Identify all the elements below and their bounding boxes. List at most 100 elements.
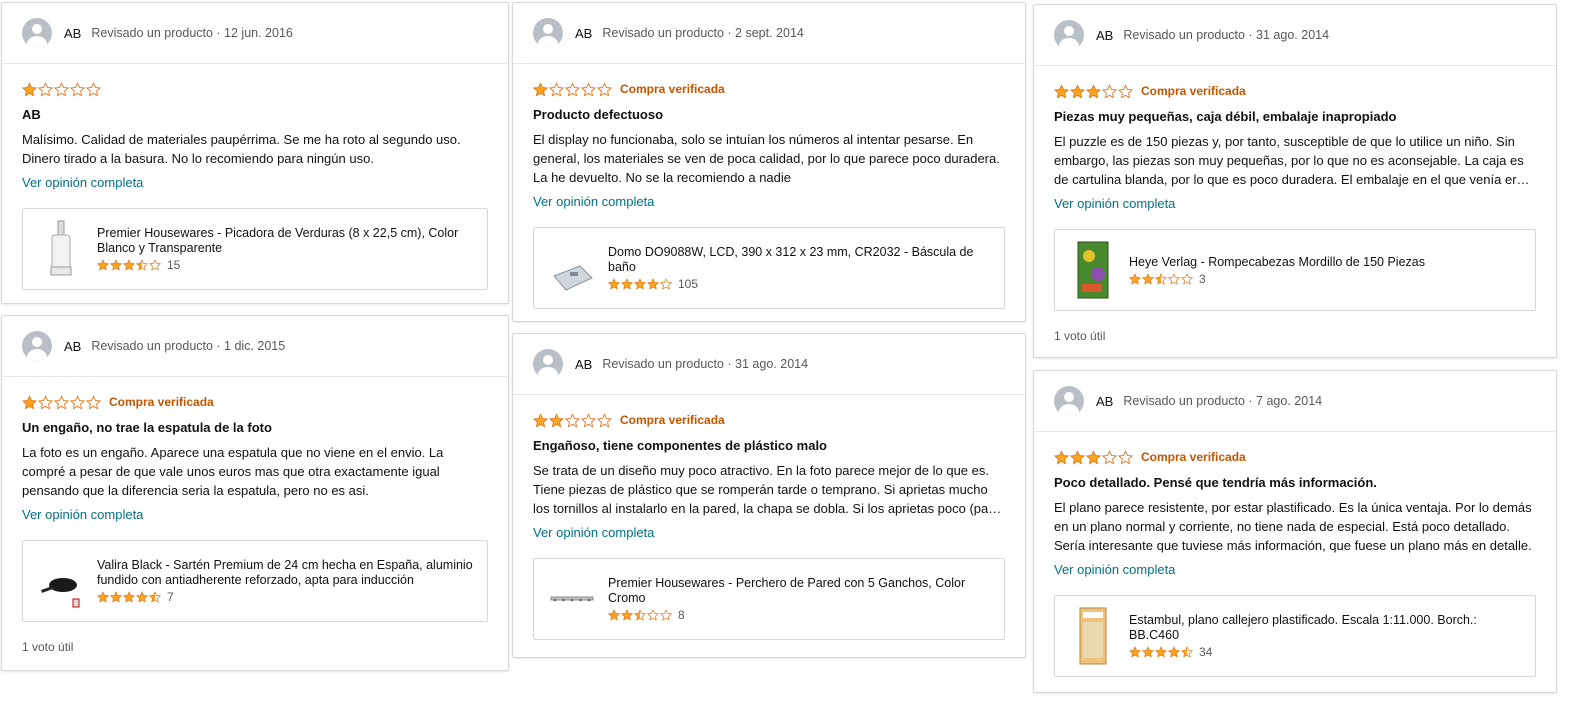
rating-row: Compra verificada — [22, 393, 488, 411]
star-full-icon — [1070, 449, 1085, 465]
avatar[interactable] — [22, 331, 52, 361]
reviewer-name[interactable]: AB — [64, 26, 81, 41]
product-info: Premier Housewares - Perchero de Pared c… — [608, 576, 994, 622]
product-card[interactable]: Heye Verlag - Rompecabezas Mordillo de 1… — [1054, 229, 1536, 311]
avatar[interactable] — [533, 18, 563, 48]
review-body: Compra verificada Un engaño, no trae la … — [2, 377, 508, 654]
product-rating: 34 — [1129, 645, 1525, 659]
product-rating: 8 — [608, 608, 994, 622]
rating-count[interactable]: 8 — [678, 608, 685, 622]
see-full-review-link[interactable]: Ver opinión completa — [22, 507, 143, 522]
product-card[interactable]: Premier Housewares - Picadora de Verdura… — [22, 208, 488, 290]
product-image[interactable] — [1071, 606, 1115, 666]
see-full-review-link[interactable]: Ver opinión completa — [22, 175, 143, 190]
see-full-review-link[interactable]: Ver opinión completa — [1054, 196, 1175, 211]
rating-count[interactable]: 3 — [1199, 272, 1206, 286]
star-half-icon — [136, 259, 148, 271]
star-empty-icon — [549, 81, 564, 97]
star-empty-icon — [660, 278, 672, 290]
star-full-icon — [621, 609, 633, 621]
user-silhouette-icon — [22, 331, 52, 361]
product-image[interactable] — [1071, 240, 1115, 300]
star-full-icon — [1086, 83, 1101, 99]
star-empty-icon — [581, 81, 596, 97]
star-empty-icon — [54, 394, 69, 410]
review-header: AB Revisado un producto · 31 ago. 2014 — [513, 334, 1025, 395]
star-full-icon — [549, 412, 564, 428]
star-empty-icon — [647, 609, 659, 621]
rating-count[interactable]: 15 — [167, 258, 180, 272]
review-card: AB Revisado un producto · 31 ago. 2014 C… — [1033, 4, 1557, 358]
star-full-icon — [1168, 646, 1180, 658]
star-half-icon — [1155, 272, 1167, 285]
product-title[interactable]: Estambul, plano callejero plastificado. … — [1129, 613, 1525, 643]
verified-purchase-badge: Compra verificada — [620, 82, 725, 96]
star-full-icon — [1129, 272, 1141, 285]
star-empty-icon — [54, 81, 69, 97]
see-full-review-link[interactable]: Ver opinión completa — [533, 525, 654, 540]
product-stars — [608, 278, 672, 290]
product-image[interactable] — [39, 219, 83, 279]
see-full-review-link[interactable]: Ver opinión completa — [533, 194, 654, 209]
review-body: Compra verificada Producto defectuoso El… — [513, 64, 1025, 309]
review-body: AB Malísimo. Calidad de materiales paupé… — [2, 64, 508, 290]
see-full-review-link[interactable]: Ver opinión completa — [1054, 562, 1175, 577]
review-meta: Revisado un producto · 2 sept. 2014 — [602, 26, 804, 40]
avatar[interactable] — [533, 349, 563, 379]
star-empty-icon — [1118, 83, 1133, 99]
product-stars — [97, 591, 161, 603]
reviewer-name[interactable]: AB — [1096, 28, 1113, 43]
puzzle-thumbnail — [1077, 241, 1109, 299]
review-title[interactable]: Piezas muy pequeñas, caja débil, embalaj… — [1054, 108, 1536, 126]
product-title[interactable]: Heye Verlag - Rompecabezas Mordillo de 1… — [1129, 255, 1425, 270]
star-empty-icon — [660, 609, 672, 621]
review-text: La foto es un engaño. Aparece una espatu… — [22, 445, 444, 498]
product-title[interactable]: Domo DO9088W, LCD, 390 x 312 x 23 mm, CR… — [608, 245, 994, 275]
review-stars — [22, 81, 101, 97]
product-info: Heye Verlag - Rompecabezas Mordillo de 1… — [1129, 255, 1425, 286]
star-full-icon — [608, 278, 620, 290]
review-title[interactable]: AB — [22, 106, 488, 124]
product-card[interactable]: Valira Black - Sartén Premium de 24 cm h… — [22, 540, 488, 622]
avatar[interactable] — [1054, 386, 1084, 416]
product-image[interactable] — [39, 551, 83, 611]
rating-count[interactable]: 7 — [167, 590, 174, 604]
review-stars — [533, 412, 612, 428]
product-title[interactable]: Premier Housewares - Picadora de Verdura… — [97, 226, 477, 256]
product-image[interactable] — [550, 569, 594, 629]
star-full-icon — [97, 259, 109, 271]
review-meta: Revisado un producto · 1 dic. 2015 — [91, 339, 286, 353]
rating-count[interactable]: 105 — [678, 277, 698, 291]
star-empty-icon — [149, 259, 161, 271]
star-full-icon — [1054, 83, 1069, 99]
review-header: AB Revisado un producto · 12 jun. 2016 — [2, 3, 508, 64]
star-full-icon — [1054, 449, 1069, 465]
star-empty-icon — [70, 81, 85, 97]
avatar[interactable] — [22, 18, 52, 48]
review-title[interactable]: Un engaño, no trae la espatula de la fot… — [22, 419, 488, 437]
product-card[interactable]: Premier Housewares - Perchero de Pared c… — [533, 558, 1005, 640]
review-title[interactable]: Producto defectuoso — [533, 106, 1005, 124]
product-title[interactable]: Premier Housewares - Perchero de Pared c… — [608, 576, 994, 606]
reviewer-name[interactable]: AB — [1096, 394, 1113, 409]
product-card[interactable]: Estambul, plano callejero plastificado. … — [1054, 595, 1536, 677]
star-full-icon — [123, 259, 135, 271]
rating-count[interactable]: 34 — [1199, 645, 1212, 659]
star-full-icon — [123, 591, 135, 603]
avatar[interactable] — [1054, 20, 1084, 50]
product-rating: 7 — [97, 590, 477, 604]
reviewer-name[interactable]: AB — [575, 26, 592, 41]
star-empty-icon — [565, 81, 580, 97]
user-silhouette-icon — [1054, 386, 1084, 416]
review-header: AB Revisado un producto · 7 ago. 2014 — [1034, 371, 1556, 432]
review-title[interactable]: Engañoso, tiene componentes de plástico … — [533, 437, 1005, 455]
product-title[interactable]: Valira Black - Sartén Premium de 24 cm h… — [97, 558, 477, 588]
star-full-icon — [97, 591, 109, 603]
product-card[interactable]: Domo DO9088W, LCD, 390 x 312 x 23 mm, CR… — [533, 227, 1005, 309]
reviewer-name[interactable]: AB — [575, 357, 592, 372]
product-image[interactable] — [550, 238, 594, 298]
star-empty-icon — [1118, 449, 1133, 465]
reviewer-name[interactable]: AB — [64, 339, 81, 354]
product-stars — [1129, 272, 1193, 285]
review-title[interactable]: Poco detallado. Pensé que tendría más in… — [1054, 474, 1536, 492]
